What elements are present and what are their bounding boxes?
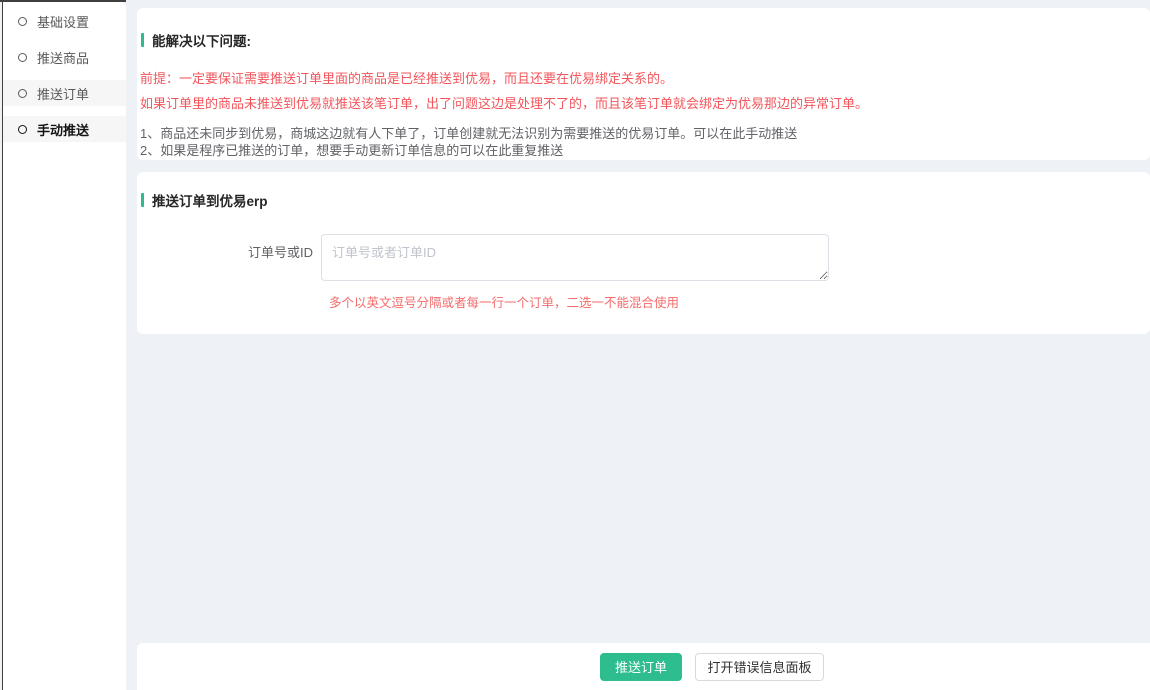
- drawer-left-border: [2, 0, 3, 690]
- sidebar-item-manual-push[interactable]: 手动推送: [3, 116, 126, 142]
- sidebar-item-label: 推送订单: [37, 84, 89, 103]
- push-order-button[interactable]: 推送订单: [600, 653, 682, 681]
- info-card-title: 能解决以下问题:: [152, 30, 251, 50]
- section-accent-bar: [141, 193, 144, 207]
- form-card-title: 推送订单到优易erp: [152, 190, 268, 210]
- warning-line-precondition: 前提：一定要保证需要推送订单里面的商品是已经推送到优易，而且还要在优易绑定关系的…: [139, 70, 1136, 87]
- note-line-1: 1、商品还未同步到优易，商城这边就有人下单了，订单创建就无法识别为需要推送的优易…: [139, 125, 1136, 142]
- order-id-input[interactable]: [321, 234, 829, 281]
- info-card-title-row: 能解决以下问题:: [139, 30, 1136, 50]
- warning-line-consequence: 如果订单里的商品未推送到优易就推送该笔订单，出了问题这边是处理不了的，而且该笔订…: [139, 95, 1136, 112]
- radio-circle-icon: [18, 17, 27, 26]
- drawer-top-border: [0, 0, 126, 2]
- sidebar-item-push-orders[interactable]: 推送订单: [3, 80, 126, 106]
- section-accent-bar: [141, 33, 144, 47]
- push-order-form-card: 推送订单到优易erp 订单号或ID 多个以英文逗号分隔或者每一行一个订单，二选一…: [137, 172, 1150, 334]
- note-line-2: 2、如果是程序已推送的订单，想要手动更新订单信息的可以在此重复推送: [139, 142, 1136, 159]
- sidebar-item-label: 推送商品: [37, 48, 89, 67]
- radio-circle-icon: [18, 53, 27, 62]
- open-error-panel-button[interactable]: 打开错误信息面板: [695, 653, 824, 681]
- sidebar-item-label: 基础设置: [37, 12, 89, 31]
- radio-circle-icon: [18, 125, 27, 134]
- radio-circle-icon: [18, 89, 27, 98]
- order-id-hint: 多个以英文逗号分隔或者每一行一个订单，二选一不能混合使用: [329, 292, 1136, 311]
- form-card-title-row: 推送订单到优易erp: [139, 190, 1136, 210]
- order-id-form-row: 订单号或ID: [139, 234, 1136, 281]
- footer-action-bar: 推送订单 打开错误信息面板: [137, 643, 1150, 690]
- sidebar-item-basic-settings[interactable]: 基础设置: [3, 8, 126, 34]
- problems-info-card: 能解决以下问题: 前提：一定要保证需要推送订单里面的商品是已经推送到优易，而且还…: [137, 8, 1150, 160]
- order-id-label: 订单号或ID: [139, 234, 321, 281]
- sidebar-item-label: 手动推送: [37, 120, 89, 139]
- settings-sidebar: 基础设置 推送商品 推送订单 手动推送: [3, 2, 126, 690]
- sidebar-item-push-products[interactable]: 推送商品: [3, 44, 126, 70]
